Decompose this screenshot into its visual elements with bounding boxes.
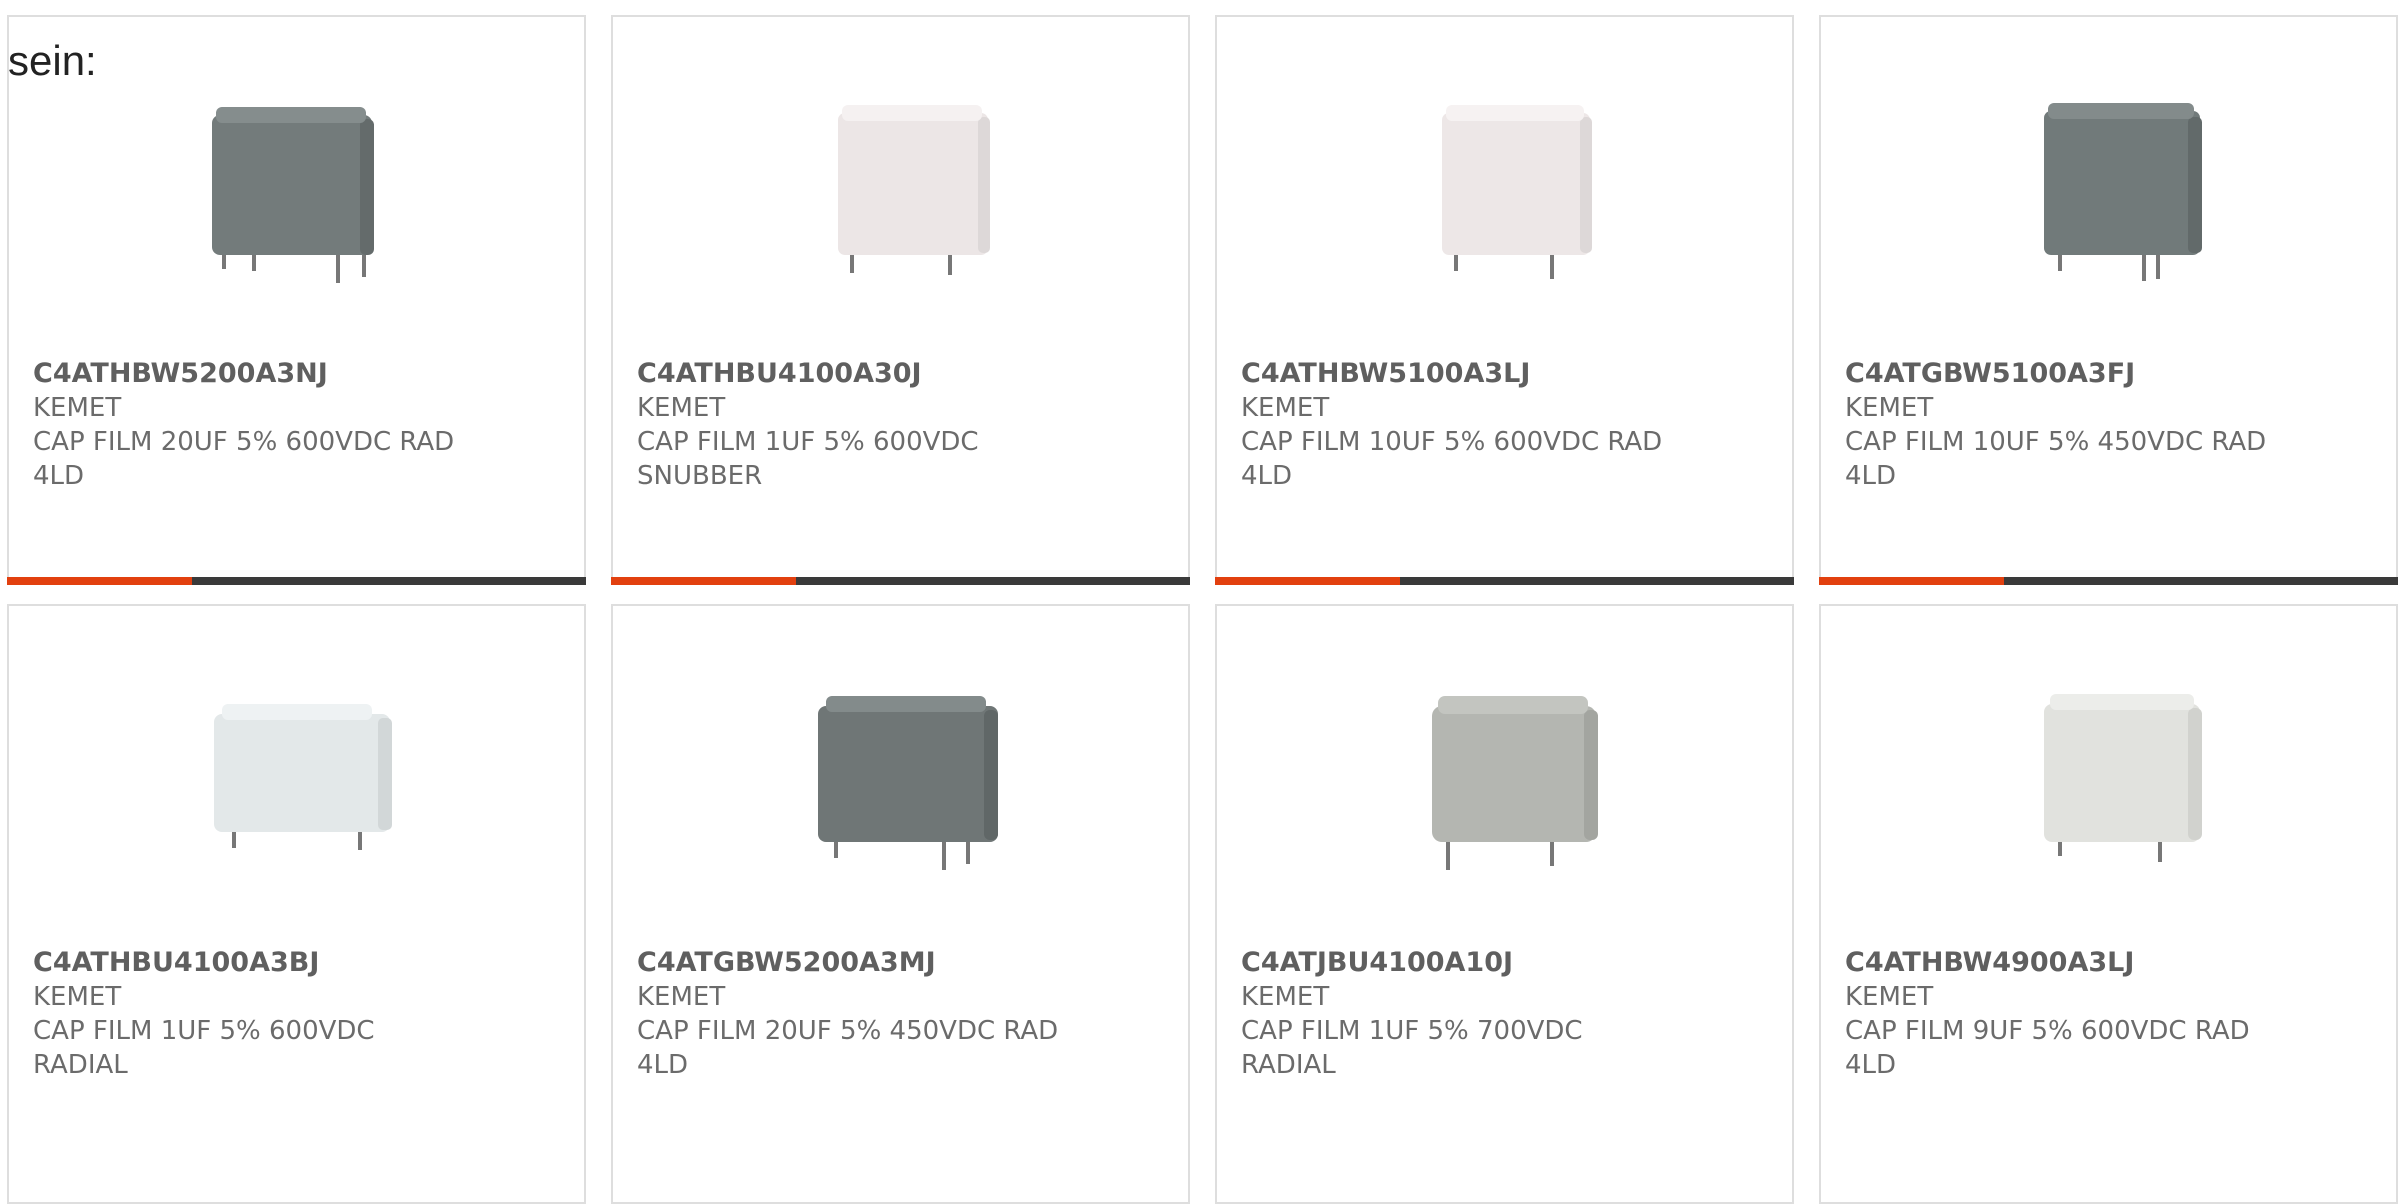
capacitor-image[interactable] [613, 661, 1188, 901]
product-info: C4ATHBU4100A30J KEMET CAP FILM 1UF 5% 60… [637, 357, 1164, 493]
manufacturer: KEMET [33, 982, 122, 1012]
capacitor-image[interactable] [1821, 72, 2396, 312]
product-description: CAP FILM 1UF 5% 700VDC RADIAL [1241, 1016, 1583, 1080]
product-card[interactable]: C4ATHBU4100A3BJ KEMET CAP FILM 1UF 5% 60… [7, 604, 586, 1204]
product-info: C4ATHBU4100A3BJ KEMET CAP FILM 1UF 5% 60… [33, 946, 560, 1082]
product-description: CAP FILM 10UF 5% 450VDC RAD 4LD [1845, 427, 2267, 491]
part-number[interactable]: C4ATHBU4100A30J [637, 357, 1164, 391]
product-description: CAP FILM 9UF 5% 600VDC RAD 4LD [1845, 1016, 2250, 1080]
capacitor-image[interactable] [9, 661, 584, 901]
capacitor-image[interactable] [9, 72, 584, 312]
progress-bar [611, 577, 1190, 585]
product-description: CAP FILM 20UF 5% 600VDC RAD 4LD [33, 427, 455, 491]
product-description: CAP FILM 1UF 5% 600VDC RADIAL [33, 1016, 375, 1080]
progress-fill [611, 577, 797, 585]
part-number[interactable]: C4ATGBW5100A3FJ [1845, 357, 2372, 391]
product-info: C4ATHBW4900A3LJ KEMET CAP FILM 9UF 5% 60… [1845, 946, 2372, 1082]
product-info: C4ATHBW5200A3NJ KEMET CAP FILM 20UF 5% 6… [33, 357, 560, 493]
capacitor-image[interactable] [1821, 661, 2396, 901]
part-number[interactable]: C4ATHBW5200A3NJ [33, 357, 560, 391]
manufacturer: KEMET [33, 393, 122, 423]
part-number[interactable]: C4ATJBU4100A10J [1241, 946, 1768, 980]
product-info: C4ATHBW5100A3LJ KEMET CAP FILM 10UF 5% 6… [1241, 357, 1768, 493]
intro-text: sein: [8, 37, 97, 84]
product-card[interactable]: C4ATHBW5200A3NJ KEMET CAP FILM 20UF 5% 6… [7, 15, 586, 585]
product-info: C4ATGBW5200A3MJ KEMET CAP FILM 20UF 5% 4… [637, 946, 1164, 1082]
manufacturer: KEMET [1241, 982, 1330, 1012]
progress-bar [1819, 577, 2398, 585]
capacitor-image[interactable] [613, 72, 1188, 312]
progress-bar [1215, 577, 1794, 585]
product-card[interactable]: C4ATHBU4100A30J KEMET CAP FILM 1UF 5% 60… [611, 15, 1190, 585]
part-number[interactable]: C4ATGBW5200A3MJ [637, 946, 1164, 980]
progress-bar [7, 577, 586, 585]
product-card[interactable]: C4ATGBW5200A3MJ KEMET CAP FILM 20UF 5% 4… [611, 604, 1190, 1204]
product-card[interactable]: C4ATGBW5100A3FJ KEMET CAP FILM 10UF 5% 4… [1819, 15, 2398, 585]
part-number[interactable]: C4ATHBW4900A3LJ [1845, 946, 2372, 980]
manufacturer: KEMET [1845, 393, 1934, 423]
manufacturer: KEMET [637, 982, 726, 1012]
product-description: CAP FILM 1UF 5% 600VDC SNUBBER [637, 427, 979, 491]
manufacturer: KEMET [1845, 982, 1934, 1012]
product-description: CAP FILM 10UF 5% 600VDC RAD 4LD [1241, 427, 1663, 491]
product-card[interactable]: C4ATHBW4900A3LJ KEMET CAP FILM 9UF 5% 60… [1819, 604, 2398, 1204]
progress-fill [1819, 577, 2005, 585]
manufacturer: KEMET [1241, 393, 1330, 423]
capacitor-image[interactable] [1217, 661, 1792, 901]
capacitor-image[interactable] [1217, 72, 1792, 312]
progress-fill [7, 577, 193, 585]
part-number[interactable]: C4ATHBU4100A3BJ [33, 946, 560, 980]
manufacturer: KEMET [637, 393, 726, 423]
product-info: C4ATGBW5100A3FJ KEMET CAP FILM 10UF 5% 4… [1845, 357, 2372, 493]
product-card[interactable]: C4ATJBU4100A10J KEMET CAP FILM 1UF 5% 70… [1215, 604, 1794, 1204]
product-card[interactable]: C4ATHBW5100A3LJ KEMET CAP FILM 10UF 5% 6… [1215, 15, 1794, 585]
product-description: CAP FILM 20UF 5% 450VDC RAD 4LD [637, 1016, 1059, 1080]
product-info: C4ATJBU4100A10J KEMET CAP FILM 1UF 5% 70… [1241, 946, 1768, 1082]
progress-fill [1215, 577, 1401, 585]
part-number[interactable]: C4ATHBW5100A3LJ [1241, 357, 1768, 391]
